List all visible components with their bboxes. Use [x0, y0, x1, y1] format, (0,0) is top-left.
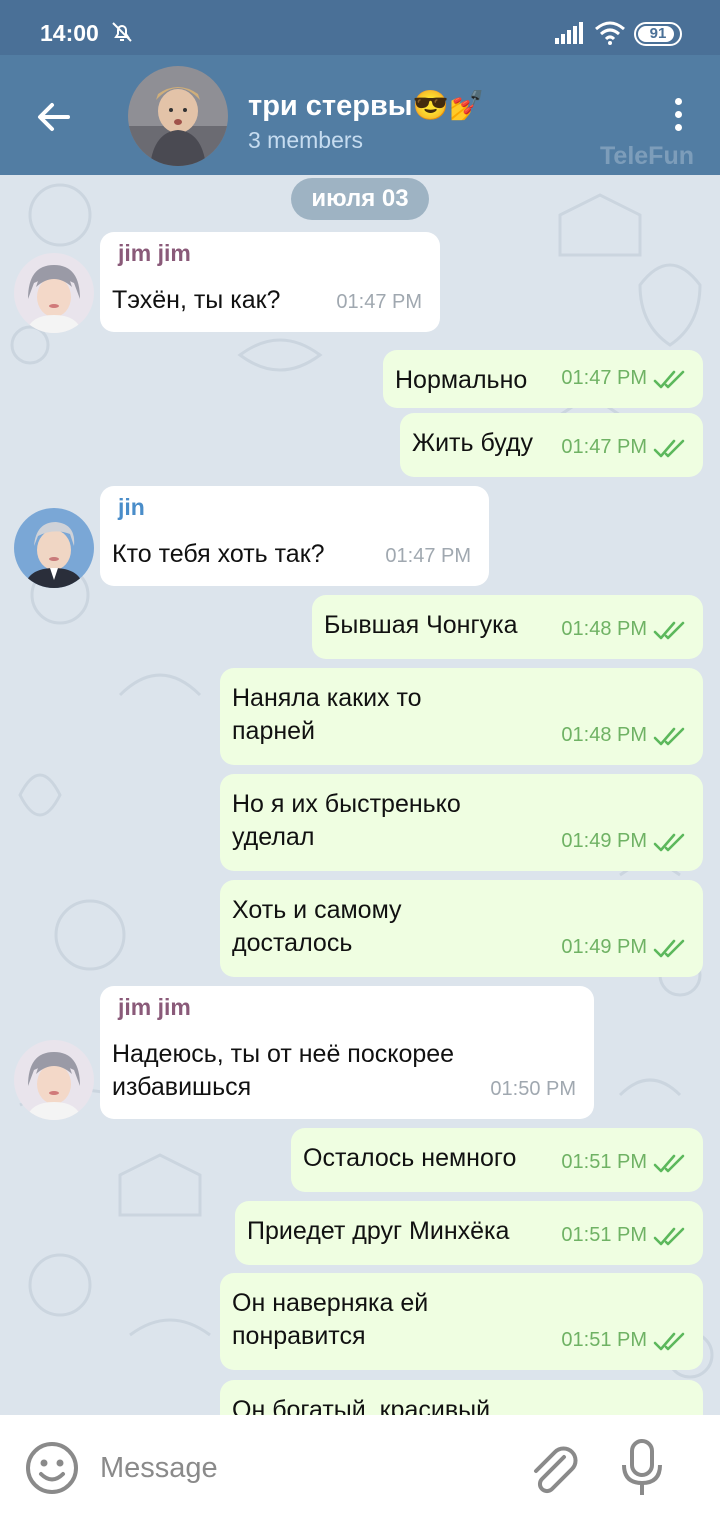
message-text: Хоть и самому досталось — [232, 896, 402, 957]
message-time: 01:48 PM — [561, 618, 647, 640]
message-text: Нормально — [395, 366, 528, 394]
battery-icon: 91 — [634, 22, 682, 46]
message-text: Бывшая Чонгука — [324, 611, 518, 639]
microphone-icon[interactable] — [616, 1437, 668, 1499]
message-time: 01:47 PM — [561, 367, 647, 389]
status-time: 14:00 — [40, 20, 99, 46]
read-receipt-icon — [653, 621, 687, 641]
read-receipt-icon — [653, 1154, 687, 1174]
emoji-icon[interactable] — [24, 1440, 80, 1496]
date-separator: июля 03 — [291, 178, 429, 220]
incoming-message[interactable]: jim jim Надеюсь, ты от неё поскорее избав… — [100, 986, 594, 1119]
signal-icon — [555, 22, 583, 44]
status-bar: 14:00 91 — [0, 0, 720, 55]
sender-name[interactable]: jim jim — [118, 240, 191, 267]
wifi-icon — [595, 21, 625, 45]
outgoing-message[interactable]: Он богатый, красивый — [220, 1380, 703, 1415]
bell-off-icon — [112, 22, 132, 42]
group-avatar[interactable] — [128, 66, 228, 166]
sender-name[interactable]: jim jim — [118, 994, 191, 1021]
message-time: 01:51 PM — [561, 1224, 647, 1246]
message-time: 01:50 PM — [490, 1078, 576, 1100]
outgoing-message[interactable]: Приедет друг Минхёка 01:51 PM — [235, 1201, 703, 1265]
message-text: Он наверняка ей понравится — [232, 1289, 429, 1350]
sender-avatar[interactable] — [14, 508, 94, 588]
read-receipt-icon — [653, 1227, 687, 1247]
read-receipt-icon — [653, 370, 687, 390]
chat-header: три стервы😎💅 3 members TeleFun — [0, 55, 720, 175]
outgoing-message[interactable]: Наняла каких то парней 01:48 PM — [220, 668, 703, 765]
message-text: Осталось немного — [303, 1144, 517, 1172]
message-text: Надеюсь, ты от неё поскорее избавишься — [112, 1040, 455, 1101]
outgoing-message[interactable]: Хоть и самому досталось 01:49 PM — [220, 880, 703, 977]
message-time: 01:47 PM — [385, 545, 471, 567]
read-receipt-icon — [653, 439, 687, 459]
message-input[interactable] — [100, 1443, 500, 1493]
read-receipt-icon — [653, 833, 687, 853]
outgoing-message[interactable]: Бывшая Чонгука 01:48 PM — [312, 595, 703, 659]
outgoing-message[interactable]: Он наверняка ей понравится 01:51 PM — [220, 1273, 703, 1370]
sender-avatar[interactable] — [14, 253, 94, 333]
sender-avatar[interactable] — [14, 1040, 94, 1120]
message-time: 01:48 PM — [561, 724, 647, 746]
battery-level: 91 — [649, 25, 667, 42]
message-text: Жить буду — [412, 429, 533, 457]
message-text: Он богатый, красивый — [232, 1396, 491, 1415]
more-menu-icon[interactable] — [668, 95, 688, 135]
message-time: 01:49 PM — [561, 936, 647, 958]
outgoing-message[interactable]: Нормально 01:47 PM — [383, 350, 703, 408]
read-receipt-icon — [653, 727, 687, 747]
message-text: Кто тебя хоть так? — [112, 540, 325, 568]
attach-icon[interactable] — [524, 1439, 580, 1499]
message-time: 01:51 PM — [561, 1329, 647, 1351]
message-time: 01:49 PM — [561, 830, 647, 852]
message-text: Наняла каких то парней — [232, 684, 422, 745]
chat-title[interactable]: три стервы😎💅 — [248, 89, 485, 123]
members-count: 3 members — [248, 127, 364, 153]
message-time: 01:47 PM — [336, 291, 422, 313]
message-text: Тэхён, ты как? — [112, 286, 281, 314]
message-list[interactable]: июля 03 jim jim Тэхён, ты как? 01:47 PM Нор… — [0, 175, 720, 1415]
watermark: TeleFun — [600, 142, 694, 170]
message-text: Приедет друг Минхёка — [247, 1217, 510, 1245]
message-time: 01:47 PM — [561, 436, 647, 458]
incoming-message[interactable]: jim jim Тэхён, ты как? 01:47 PM — [100, 232, 440, 332]
message-time: 01:51 PM — [561, 1151, 647, 1173]
composer — [0, 1415, 720, 1520]
read-receipt-icon — [653, 939, 687, 959]
read-receipt-icon — [653, 1332, 687, 1352]
back-arrow-icon[interactable] — [30, 95, 78, 139]
incoming-message[interactable]: jin Кто тебя хоть так? 01:47 PM — [100, 486, 489, 586]
sender-name[interactable]: jin — [118, 494, 145, 521]
outgoing-message[interactable]: Но я их быстренько уделал 01:49 PM — [220, 774, 703, 871]
outgoing-message[interactable]: Осталось немного 01:51 PM — [291, 1128, 703, 1192]
outgoing-message[interactable]: Жить буду 01:47 PM — [400, 413, 703, 477]
message-text: Но я их быстренько уделал — [232, 790, 461, 851]
